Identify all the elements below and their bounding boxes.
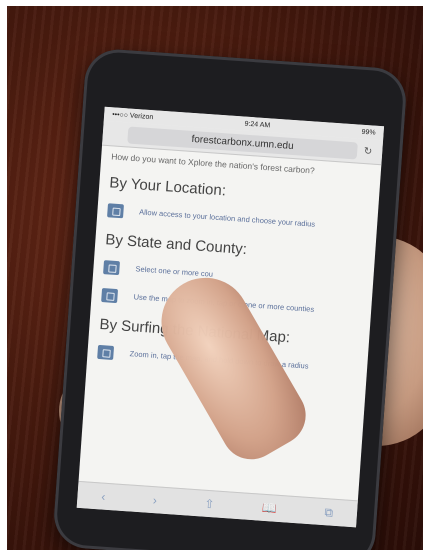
list-icon[interactable] — [103, 260, 120, 276]
section-heading-location: By Your Location: — [108, 174, 227, 200]
tabs-icon[interactable]: ⧉ — [324, 505, 334, 521]
option-select-counties-label: Select one or more cou — [135, 264, 214, 279]
time-label: 9:24 AM — [244, 120, 271, 129]
browser-toolbar: ‹ › ⇧ 📖 ⧉ — [76, 480, 358, 528]
option-location-label: Allow access to your location and choose… — [138, 207, 316, 229]
reload-icon[interactable]: ↻ — [364, 145, 373, 157]
photo: •••○○ Verizon 9:24 AM 99% forestcarbonx.… — [7, 6, 423, 550]
back-icon[interactable]: ‹ — [101, 490, 106, 504]
frame: •••○○ Verizon 9:24 AM 99% forestcarbonx.… — [0, 0, 430, 558]
option-location[interactable]: Allow access to your location and choose… — [107, 203, 367, 235]
url-text: forestcarbonx.umn.edu — [191, 133, 294, 152]
section-heading-state: By State and County: — [104, 231, 248, 259]
bookmarks-icon[interactable]: 📖 — [262, 501, 278, 516]
forward-icon[interactable]: › — [152, 493, 157, 507]
map-icon[interactable] — [101, 288, 119, 304]
battery-label: 99% — [361, 128, 376, 137]
share-icon[interactable]: ⇧ — [204, 497, 215, 512]
location-icon[interactable] — [107, 203, 124, 219]
target-icon[interactable] — [97, 344, 115, 360]
carrier-label: •••○○ Verizon — [111, 110, 154, 121]
